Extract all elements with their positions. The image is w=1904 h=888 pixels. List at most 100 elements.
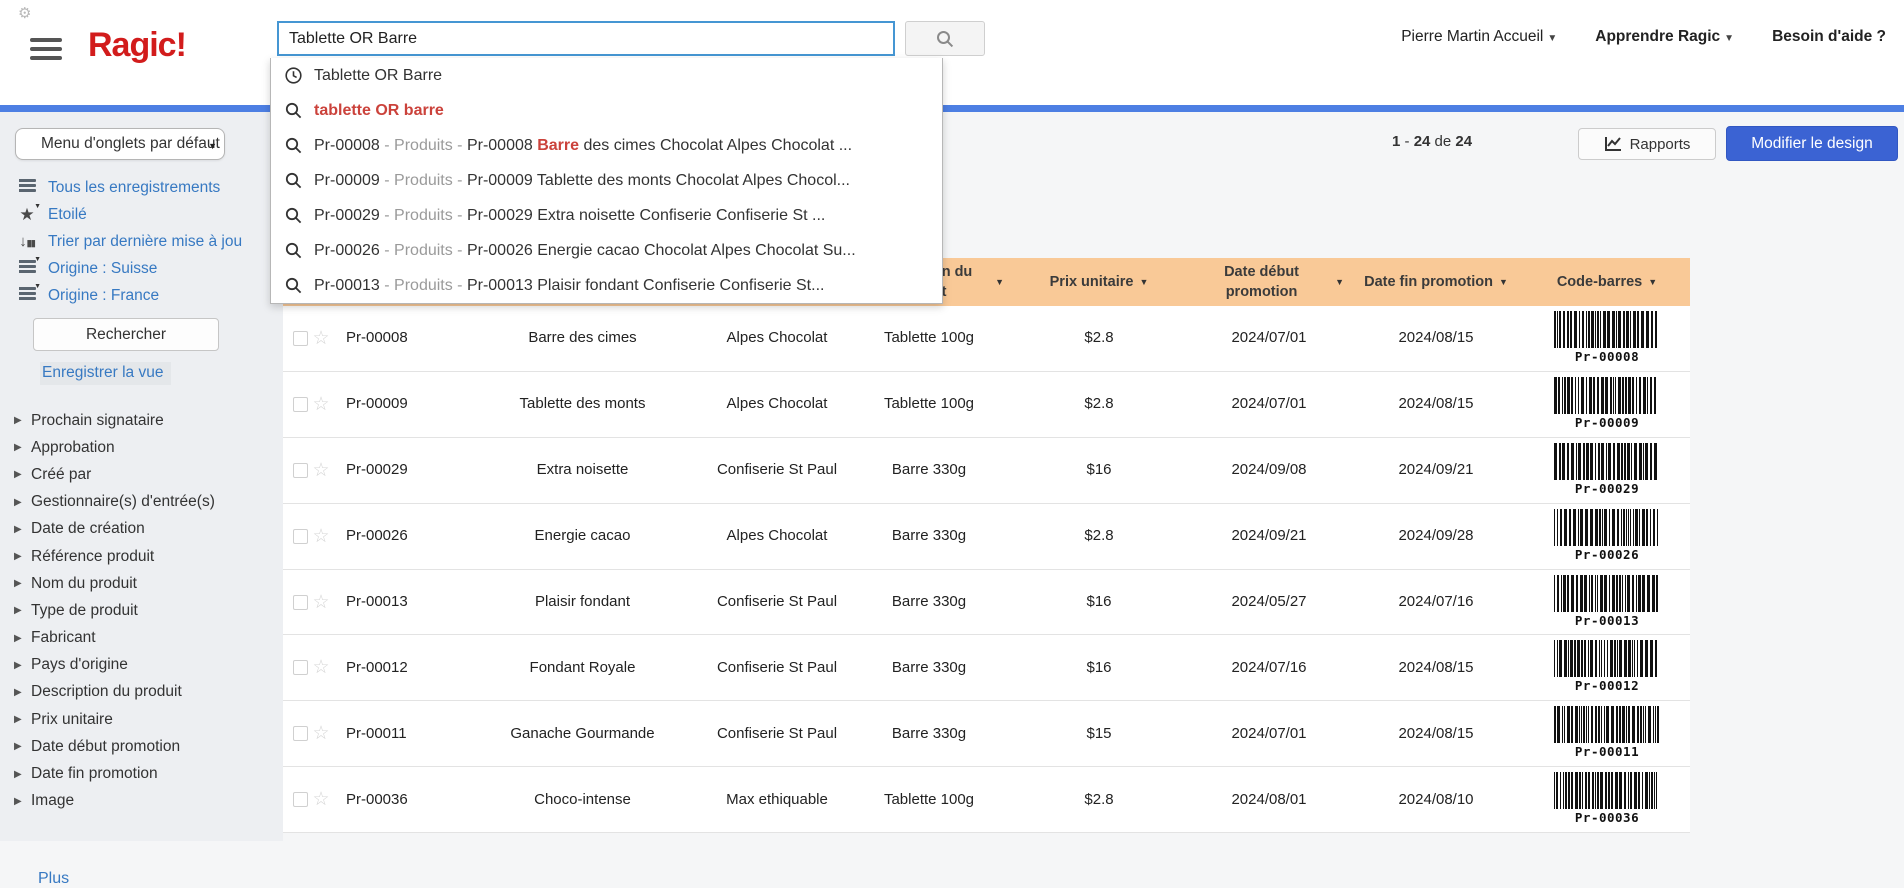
name-cell: Plaisir fondant (461, 592, 704, 612)
barcode-image (1552, 706, 1662, 743)
row-select-cell: ☆ (283, 329, 340, 348)
filter-field-type-de-produit[interactable]: ▶Type de produit (14, 597, 278, 624)
name-cell: Ganache Gourmande (461, 724, 704, 744)
sidebar-view-origine-france[interactable]: ▼Origine : France (16, 282, 276, 309)
filter-field-prix-unitaire[interactable]: ▶Prix unitaire (14, 706, 278, 733)
row-star-icon[interactable]: ☆ (312, 724, 329, 743)
date-debut-cell: 2024/09/21 (1190, 526, 1348, 546)
prix-cell: $2.8 (1008, 790, 1190, 810)
date-fin-cell: 2024/09/21 (1348, 460, 1524, 480)
table-row-pr-00036[interactable]: ☆Pr-00036Choco-intenseMax ethiquableTabl… (283, 767, 1690, 833)
search-suggestion-item[interactable]: Pr-00009 - Produits - Pr-00009 Tablette … (271, 163, 942, 198)
expand-triangle-icon: ▶ (14, 497, 22, 508)
global-search-input[interactable] (277, 21, 895, 56)
row-star-icon[interactable]: ☆ (312, 461, 329, 480)
filter-field-prochain-signataire[interactable]: ▶Prochain signataire (14, 407, 278, 434)
filter-field-gestionnaire-s-d-entr-e-s-[interactable]: ▶Gestionnaire(s) d'entrée(s) (14, 489, 278, 516)
gear-icon[interactable]: ⚙ (18, 4, 31, 22)
filter-field-approbation[interactable]: ▶Approbation (14, 434, 278, 461)
row-checkbox[interactable] (293, 726, 308, 741)
filter-field-date-fin-promotion[interactable]: ▶Date fin promotion (14, 760, 278, 787)
sidebar-view-etoil-[interactable]: ★▼Etoilé (16, 201, 276, 228)
expand-triangle-icon: ▶ (14, 714, 22, 725)
column-menu-arrow-icon[interactable]: ▼ (995, 276, 1004, 289)
column-header-prix-unitaire[interactable]: Prix unitaire▼ (1008, 258, 1190, 306)
row-star-icon[interactable]: ☆ (312, 527, 329, 546)
search-suggestion-item[interactable]: tablette OR barre (271, 93, 942, 128)
filter-field-r-f-rence-produit[interactable]: ▶Référence produit (14, 543, 278, 570)
filter-field-description-du-produit[interactable]: ▶Description du produit (14, 679, 278, 706)
row-checkbox[interactable] (293, 792, 308, 807)
column-menu-arrow-icon[interactable]: ▼ (1335, 276, 1344, 289)
filter-field-fabricant[interactable]: ▶Fabricant (14, 625, 278, 652)
table-row-pr-00009[interactable]: ☆Pr-00009Tablette des montsAlpes Chocola… (283, 372, 1690, 438)
search-icon (285, 172, 302, 189)
rechercher-button[interactable]: Rechercher (33, 318, 219, 351)
column-menu-arrow-icon[interactable]: ▼ (1139, 276, 1148, 289)
row-star-icon[interactable]: ☆ (312, 658, 329, 677)
filter-field-date-d-but-promotion[interactable]: ▶Date début promotion (14, 733, 278, 760)
row-select-cell: ☆ (283, 724, 340, 743)
search-suggestion-item[interactable]: Pr-00013 - Produits - Pr-00013 Plaisir f… (271, 268, 942, 303)
sidebar-view-trier-par-derni-re-mise-jou[interactable]: ↓▮▮Trier par dernière mise à jou (16, 228, 276, 255)
tab-menu-select[interactable]: Menu d'onglets par défaut ▼ (15, 128, 225, 160)
row-checkbox[interactable] (293, 595, 308, 610)
table-row-pr-00029[interactable]: ☆Pr-00029Extra noisetteConfiserie St Pau… (283, 438, 1690, 504)
filter-field-date-de-cr-ation[interactable]: ▶Date de création (14, 516, 278, 543)
sidebar-view-origine-suisse[interactable]: ▼Origine : Suisse (16, 255, 276, 282)
filtered-list-icon (19, 285, 36, 303)
search-suggestion-item[interactable]: Tablette OR Barre (271, 58, 942, 93)
dropdown-triangle-icon: ▼ (34, 203, 41, 210)
table-row-pr-00013[interactable]: ☆Pr-00013Plaisir fondantConfiserie St Pa… (283, 570, 1690, 636)
learn-ragic-label: Apprendre Ragic (1595, 28, 1720, 45)
row-select-cell: ☆ (283, 593, 340, 612)
row-star-icon[interactable]: ☆ (312, 593, 329, 612)
column-header-code-barres[interactable]: Code-barres▼ (1524, 258, 1690, 306)
row-checkbox[interactable] (293, 660, 308, 675)
reference-cell: Pr-00026 (340, 526, 461, 546)
suggestion-text: Pr-00009 - Produits - Pr-00009 Tablette … (314, 172, 850, 190)
table-row-pr-00008[interactable]: ☆Pr-00008Barre des cimesAlpes ChocolatTa… (283, 306, 1690, 372)
row-checkbox[interactable] (293, 529, 308, 544)
date-fin-cell: 2024/08/15 (1348, 328, 1524, 348)
column-menu-arrow-icon[interactable]: ▼ (1499, 276, 1508, 289)
save-view-link[interactable]: Enregistrer la vue (40, 362, 171, 385)
row-checkbox[interactable] (293, 463, 308, 478)
learn-ragic-menu[interactable]: Apprendre Ragic▼ (1595, 28, 1734, 46)
description-cell: Tablette 100g (850, 394, 1008, 414)
row-star-icon[interactable]: ☆ (312, 395, 329, 414)
filter-field-pays-d-origine[interactable]: ▶Pays d'origine (14, 652, 278, 679)
row-checkbox[interactable] (293, 397, 308, 412)
barcode-cell: Pr-00029 (1524, 443, 1690, 498)
filter-field-nom-du-produit[interactable]: ▶Nom du produit (14, 570, 278, 597)
filter-field-cr-par[interactable]: ▶Créé par (14, 461, 278, 488)
sidebar-view-tous-les-enregistrements[interactable]: Tous les enregistrements (16, 174, 276, 201)
help-menu[interactable]: Besoin d'aide ? (1772, 28, 1886, 46)
expand-triangle-icon: ▶ (14, 741, 22, 752)
row-star-icon[interactable]: ☆ (312, 329, 329, 348)
search-suggestion-item[interactable]: Pr-00008 - Produits - Pr-00008 Barre des… (271, 128, 942, 163)
table-row-pr-00012[interactable]: ☆Pr-00012Fondant RoyaleConfiserie St Pau… (283, 635, 1690, 701)
row-star-icon[interactable]: ☆ (312, 790, 329, 809)
search-button[interactable] (905, 21, 985, 56)
column-header-date-d-but-promotion[interactable]: Date début promotion▼ (1190, 258, 1348, 306)
search-icon (285, 242, 302, 259)
barcode-label: Pr-00013 (1575, 613, 1639, 630)
filter-field-image[interactable]: ▶Image (14, 788, 278, 815)
user-menu[interactable]: Pierre Martin Accueil▼ (1401, 28, 1557, 46)
search-suggestion-item[interactable]: Pr-00026 - Produits - Pr-00026 Energie c… (271, 233, 942, 268)
hamburger-menu-icon[interactable] (30, 38, 62, 62)
search-icon (285, 277, 302, 294)
row-checkbox[interactable] (293, 331, 308, 346)
search-suggestion-item[interactable]: Pr-00029 - Produits - Pr-00029 Extra noi… (271, 198, 942, 233)
barcode-cell: Pr-00009 (1524, 377, 1690, 432)
column-menu-arrow-icon[interactable]: ▼ (1648, 276, 1657, 289)
more-fields-link[interactable]: Plus (38, 870, 69, 888)
table-row-pr-00011[interactable]: ☆Pr-00011Ganache GourmandeConfiserie St … (283, 701, 1690, 767)
barcode-cell: Pr-00012 (1524, 640, 1690, 695)
modifier-le-design-button[interactable]: Modifier le design (1726, 126, 1898, 161)
rapports-button[interactable]: Rapports (1578, 128, 1716, 160)
table-row-pr-00026[interactable]: ☆Pr-00026Energie cacaoAlpes ChocolatBarr… (283, 504, 1690, 570)
filter-field-label: Référence produit (31, 548, 154, 566)
column-header-date-fin-promotion[interactable]: Date fin promotion▼ (1348, 258, 1524, 306)
